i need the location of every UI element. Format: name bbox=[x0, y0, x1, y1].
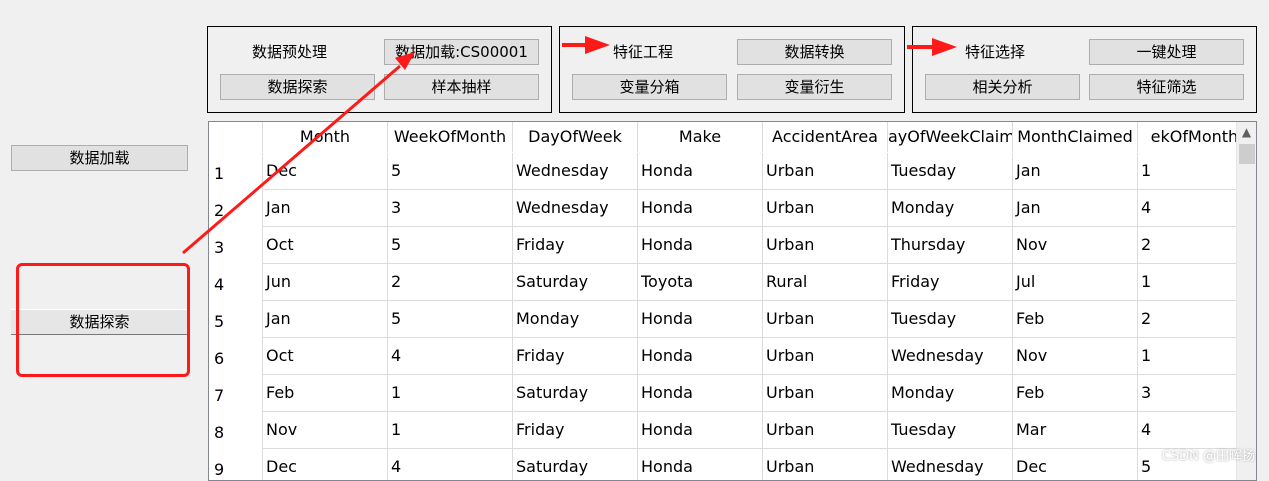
table-cell[interactable]: Feb bbox=[1013, 301, 1138, 338]
row-header[interactable]: 5 bbox=[209, 301, 263, 338]
feature-selection-title: 特征选择 bbox=[965, 43, 1026, 61]
table-cell[interactable]: Urban bbox=[763, 301, 888, 338]
table-cell[interactable]: Monday bbox=[888, 375, 1013, 412]
table-cell[interactable]: Monday bbox=[888, 190, 1013, 227]
column-header[interactable]: Month bbox=[263, 122, 388, 152]
table-cell[interactable]: Nov bbox=[1013, 338, 1138, 375]
table-cell[interactable]: Friday bbox=[888, 264, 1013, 301]
row-header[interactable]: 4 bbox=[209, 264, 263, 301]
row-header[interactable]: 3 bbox=[209, 227, 263, 264]
table-cell[interactable]: Oct bbox=[263, 338, 388, 375]
row-header[interactable]: 1 bbox=[209, 153, 263, 190]
table-cell[interactable]: Jul bbox=[1013, 264, 1138, 301]
table-cell[interactable]: 2 bbox=[388, 264, 513, 301]
table-cell[interactable]: Urban bbox=[763, 375, 888, 412]
vertical-scrollbar[interactable]: ▲ bbox=[1236, 122, 1256, 480]
table-cell[interactable]: Dec bbox=[263, 153, 388, 190]
table-cell[interactable]: Feb bbox=[263, 375, 388, 412]
data-explore-top-button[interactable]: 数据探索 bbox=[220, 74, 375, 100]
table-cell[interactable]: Honda bbox=[638, 190, 763, 227]
variable-derive-button[interactable]: 变量衍生 bbox=[737, 74, 892, 100]
table-cell[interactable]: Urban bbox=[763, 412, 888, 449]
table-cell[interactable]: 5 bbox=[388, 301, 513, 338]
table-cell[interactable]: Tuesday bbox=[888, 301, 1013, 338]
table-cell[interactable]: Wednesday bbox=[513, 190, 638, 227]
table-cell[interactable]: Friday bbox=[513, 412, 638, 449]
table-cell[interactable]: 1 bbox=[388, 412, 513, 449]
table-cell[interactable]: Dec bbox=[1013, 449, 1138, 480]
table-cell[interactable]: Saturday bbox=[513, 375, 638, 412]
table-cell[interactable]: Tuesday bbox=[888, 412, 1013, 449]
table-cell[interactable]: Wednesday bbox=[513, 153, 638, 190]
corner-header bbox=[209, 122, 263, 152]
scroll-thumb[interactable] bbox=[1239, 144, 1255, 164]
table-cell[interactable]: Tuesday bbox=[888, 153, 1013, 190]
table-cell[interactable]: 3 bbox=[388, 190, 513, 227]
table-cell[interactable]: Nov bbox=[1013, 227, 1138, 264]
table-cell[interactable]: Thursday bbox=[888, 227, 1013, 264]
feature-engineering-title: 特征工程 bbox=[613, 43, 674, 61]
table-cell[interactable]: Honda bbox=[638, 153, 763, 190]
table-cell[interactable]: Saturday bbox=[513, 449, 638, 480]
column-header[interactable]: Make bbox=[638, 122, 763, 152]
table-cell[interactable]: Oct bbox=[263, 227, 388, 264]
table-cell[interactable]: Jan bbox=[1013, 153, 1138, 190]
table-cell[interactable]: Wednesday bbox=[888, 449, 1013, 480]
column-header[interactable]: WeekOfMonth bbox=[388, 122, 513, 152]
table-cell[interactable]: Honda bbox=[638, 338, 763, 375]
table-cell[interactable]: Honda bbox=[638, 227, 763, 264]
table-cell[interactable]: Honda bbox=[638, 412, 763, 449]
watermark: CSDN @田晖扬 bbox=[1161, 449, 1255, 464]
row-header[interactable]: 9 bbox=[209, 449, 263, 480]
table-cell[interactable]: Urban bbox=[763, 153, 888, 190]
column-header[interactable]: AccidentArea bbox=[763, 122, 888, 152]
scroll-up-icon[interactable]: ▲ bbox=[1237, 124, 1256, 140]
table-cell[interactable]: Toyota bbox=[638, 264, 763, 301]
table-cell[interactable]: Wednesday bbox=[888, 338, 1013, 375]
correlation-analysis-button[interactable]: 相关分析 bbox=[925, 74, 1080, 100]
row-header[interactable]: 6 bbox=[209, 338, 263, 375]
table-cell[interactable]: 4 bbox=[388, 338, 513, 375]
table-cell[interactable]: Urban bbox=[763, 338, 888, 375]
table-cell[interactable]: Feb bbox=[1013, 375, 1138, 412]
preprocessing-title: 数据预处理 bbox=[252, 43, 328, 61]
table-cell[interactable]: Honda bbox=[638, 375, 763, 412]
table-cell[interactable]: Friday bbox=[513, 338, 638, 375]
table-cell[interactable]: 1 bbox=[388, 375, 513, 412]
table-cell[interactable]: Honda bbox=[638, 449, 763, 480]
table-cell[interactable]: Dec bbox=[263, 449, 388, 480]
row-header[interactable]: 8 bbox=[209, 412, 263, 449]
table-cell[interactable]: 5 bbox=[388, 227, 513, 264]
table-cell[interactable]: Mar bbox=[1013, 412, 1138, 449]
table-cell[interactable]: Honda bbox=[638, 301, 763, 338]
table-cell[interactable]: 5 bbox=[388, 153, 513, 190]
variable-binning-button[interactable]: 变量分箱 bbox=[572, 74, 727, 100]
table-cell[interactable]: Friday bbox=[513, 227, 638, 264]
column-header[interactable]: ayOfWeekClaime bbox=[888, 122, 1013, 152]
table-cell[interactable]: Rural bbox=[763, 264, 888, 301]
column-header[interactable]: MonthClaimed bbox=[1013, 122, 1138, 152]
table-cell[interactable]: 4 bbox=[388, 449, 513, 480]
row-header[interactable]: 7 bbox=[209, 375, 263, 412]
data-transform-button[interactable]: 数据转换 bbox=[737, 39, 892, 65]
table-cell[interactable]: Nov bbox=[263, 412, 388, 449]
red-highlight-box bbox=[16, 263, 190, 377]
table-cell[interactable]: Jan bbox=[263, 190, 388, 227]
table-cell[interactable]: Jan bbox=[263, 301, 388, 338]
column-header[interactable]: DayOfWeek bbox=[513, 122, 638, 152]
one-click-process-button[interactable]: 一键处理 bbox=[1089, 39, 1244, 65]
row-header[interactable]: 2 bbox=[209, 190, 263, 227]
table-cell[interactable]: Saturday bbox=[513, 264, 638, 301]
table-cell[interactable]: Urban bbox=[763, 449, 888, 480]
table-cell[interactable]: Jan bbox=[1013, 190, 1138, 227]
table-cell[interactable]: Monday bbox=[513, 301, 638, 338]
table-cell[interactable]: Urban bbox=[763, 190, 888, 227]
feature-filter-button[interactable]: 特征筛选 bbox=[1089, 74, 1244, 100]
table-cell[interactable]: Jun bbox=[263, 264, 388, 301]
sampling-button[interactable]: 样本抽样 bbox=[384, 74, 539, 100]
data-load-status-button[interactable]: 数据加载:CS00001 bbox=[384, 39, 539, 65]
data-table[interactable]: Month WeekOfMonth DayOfWeek Make AccidentAre… bbox=[208, 121, 1257, 481]
data-load-button[interactable]: 数据加载 bbox=[11, 145, 188, 171]
table-cell[interactable]: Urban bbox=[763, 227, 888, 264]
